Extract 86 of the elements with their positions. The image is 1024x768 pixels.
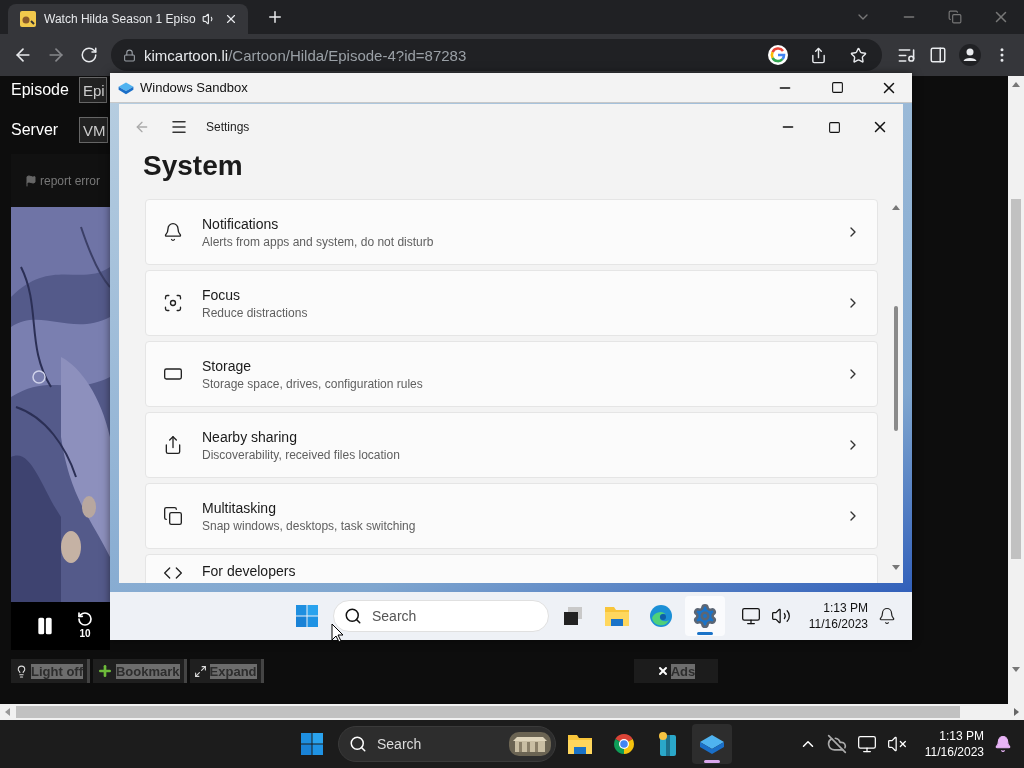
- app-title: Settings: [206, 120, 251, 134]
- settings-item[interactable]: Nearby sharing Discoverability, received files location: [145, 412, 878, 478]
- settings-item[interactable]: Multitasking Snap windows, desktops, task switching: [145, 483, 878, 549]
- item-description: Reduce distractions: [202, 305, 309, 320]
- item-title: Multitasking: [202, 499, 277, 516]
- share-icon: [163, 435, 183, 455]
- flag-icon: [25, 174, 37, 187]
- search-icon: [349, 735, 367, 753]
- horizontal-scrollbar[interactable]: [0, 704, 1024, 720]
- task-view-icon: [562, 605, 584, 627]
- plus-icon: [97, 663, 113, 679]
- menu-icon[interactable]: [170, 118, 188, 136]
- cloud-off-icon[interactable]: [826, 734, 847, 754]
- window-title: Windows Sandbox: [140, 80, 249, 95]
- settings-item[interactable]: For developers: [145, 554, 878, 583]
- new-tab-icon[interactable]: [266, 8, 284, 26]
- vertical-scrollbar[interactable]: [1008, 76, 1024, 704]
- report-error-link[interactable]: report error: [40, 173, 101, 188]
- clock-time[interactable]: 1:13 PM: [939, 728, 984, 744]
- url-host: kimcartoon.li: [144, 46, 229, 64]
- maximize-icon[interactable]: [827, 120, 841, 134]
- chrome-logo-icon: [612, 732, 636, 756]
- settings-item[interactable]: Notifications Alerts from apps and system, do not disturb: [145, 199, 878, 265]
- taskbar-search-field[interactable]: Search: [338, 726, 556, 762]
- tab-title: Watch Hilda Season 1 Episo: [44, 12, 194, 26]
- item-description: Storage space, drives, configuration rules: [202, 376, 424, 391]
- settings-item[interactable]: Focus Reduce distractions: [145, 270, 878, 336]
- lock-icon: [123, 48, 136, 62]
- gear-icon: [692, 603, 718, 629]
- speaker-muted-icon[interactable]: [886, 734, 907, 754]
- clock-time[interactable]: 1:13 PM: [823, 600, 868, 616]
- page-heading: System: [142, 150, 244, 183]
- item-title: Focus: [202, 286, 242, 303]
- network-icon[interactable]: [740, 606, 761, 626]
- url-path: /Cartoon/Hilda/Episode-4?id=87283: [228, 46, 468, 64]
- field-label: Episode: [11, 81, 70, 99]
- focus-icon: [163, 293, 183, 313]
- share-icon[interactable]: [809, 46, 827, 64]
- favicon-icon: [20, 11, 36, 27]
- select-field[interactable]: VM: [79, 117, 108, 143]
- stacked-windows-icon: [163, 506, 183, 526]
- profile-avatar-icon[interactable]: [959, 44, 981, 66]
- item-title: Storage: [202, 357, 253, 374]
- start-icon[interactable]: [295, 604, 319, 628]
- bell-icon: [163, 222, 183, 242]
- wave-circle-icon: [649, 604, 673, 628]
- item-description: Snap windows, desktops, task switching: [202, 518, 417, 533]
- rewind-arrow-icon: [77, 611, 93, 627]
- expand-arrows-icon: [193, 664, 207, 678]
- taskbar-app-button[interactable]: [692, 724, 732, 764]
- taskbar-search-field[interactable]: Search: [333, 600, 549, 632]
- item-title: Notifications: [202, 215, 280, 232]
- folder-icon: [567, 732, 593, 756]
- item-title: For developers: [202, 563, 297, 579]
- item-description: Alerts from apps and system, do not disturb: [202, 234, 435, 249]
- rewind-button[interactable]: 10: [73, 611, 97, 641]
- reload-icon[interactable]: [79, 46, 98, 64]
- notification-bell-icon[interactable]: [994, 735, 1012, 753]
- network-icon[interactable]: [856, 734, 877, 754]
- address-bar[interactable]: kimcartoon.li/Cartoon/Hilda/Episode-4?id=87283: [111, 39, 882, 71]
- speaker-icon[interactable]: [770, 606, 791, 626]
- mouse-cursor-icon: [331, 623, 344, 643]
- archive-icon: [657, 731, 679, 757]
- close-icon: [656, 665, 669, 677]
- layered-box-icon: [699, 733, 725, 755]
- lightbulb-icon: [15, 664, 28, 678]
- select-field[interactable]: Epi: [79, 77, 107, 103]
- g-logo-icon[interactable]: [768, 45, 788, 65]
- bookmark-star-icon[interactable]: [849, 46, 867, 64]
- pause-icon[interactable]: [35, 616, 55, 636]
- start-icon[interactable]: [300, 732, 324, 756]
- clock-date[interactable]: 11/16/2023: [808, 616, 868, 632]
- browser-tab[interactable]: Watch Hilda Season 1 Episo: [8, 4, 248, 34]
- close-tab-icon[interactable]: [224, 12, 238, 26]
- search-icon: [344, 607, 362, 625]
- settings-item[interactable]: Storage Storage space, drives, configuration rules: [145, 341, 878, 407]
- side-panel-icon[interactable]: [929, 46, 947, 64]
- clock-date[interactable]: 11/16/2023: [924, 744, 984, 760]
- item-description: Discoverability, received files location: [202, 447, 401, 462]
- notification-bell-icon[interactable]: [878, 607, 896, 625]
- layered-box-icon: [118, 80, 134, 95]
- restore-icon[interactable]: [948, 10, 962, 24]
- folder-icon: [604, 604, 630, 628]
- maximize-icon[interactable]: [830, 81, 844, 94]
- field-label: Server: [11, 121, 60, 139]
- item-title: Nearby sharing: [202, 428, 298, 445]
